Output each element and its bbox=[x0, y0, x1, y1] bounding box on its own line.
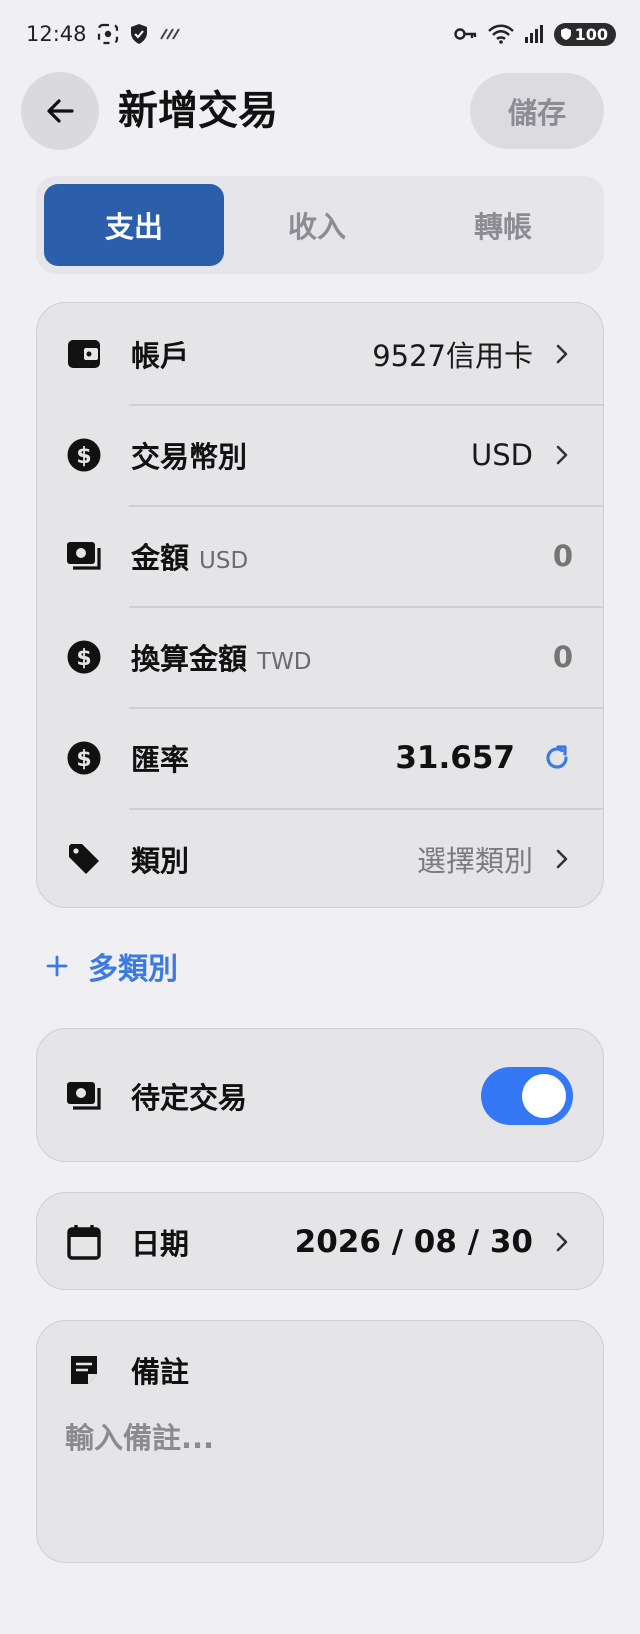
battery-indicator: 100 bbox=[553, 22, 616, 46]
save-button[interactable]: 儲存 bbox=[470, 73, 604, 149]
page-title: 新增交易 bbox=[118, 88, 278, 134]
pending-transaction-card: 待定交易 bbox=[36, 1028, 604, 1162]
currency-value: USD bbox=[471, 437, 533, 472]
account-label: 帳戶 bbox=[131, 338, 190, 373]
note-icon bbox=[65, 1351, 103, 1389]
date-card: 日期 2026 / 08 / 30 bbox=[36, 1192, 604, 1290]
svg-text:$: $ bbox=[76, 646, 91, 671]
date-value: 2026 / 08 / 30 bbox=[294, 1224, 533, 1260]
money-icon bbox=[65, 1077, 103, 1115]
shield-icon bbox=[129, 23, 149, 45]
converted-amount-label-text: 換算金額 bbox=[131, 641, 248, 676]
svg-text:$: $ bbox=[76, 444, 91, 469]
tab-expense[interactable]: 支出 bbox=[44, 184, 224, 266]
pending-transaction-row[interactable]: 待定交易 bbox=[37, 1029, 603, 1163]
pending-transaction-toggle[interactable] bbox=[481, 1067, 573, 1125]
converted-amount-input[interactable] bbox=[453, 639, 573, 674]
exchange-rate-label: 匯率 bbox=[131, 742, 190, 777]
date-label: 日期 bbox=[131, 1227, 190, 1261]
dollar-icon: $ bbox=[65, 638, 103, 676]
dollar-icon: $ bbox=[65, 436, 103, 474]
battery-level: 100 bbox=[574, 24, 608, 44]
signal-icon bbox=[524, 25, 544, 43]
converted-amount-label: 換算金額 TWD bbox=[131, 636, 312, 678]
amount-input[interactable] bbox=[453, 538, 573, 573]
note-label: 備註 bbox=[131, 1355, 190, 1389]
category-row[interactable]: 類別 選擇類別 bbox=[37, 808, 603, 909]
chevron-right-icon bbox=[555, 1231, 573, 1253]
date-row[interactable]: 日期 2026 / 08 / 30 bbox=[37, 1193, 603, 1291]
transaction-form-card: 帳戶 9527信用卡 $ 交易幣別 USD 金額 USD $ 換算金額 TWD $ … bbox=[36, 302, 604, 908]
amount-label-text: 金額 bbox=[131, 540, 190, 575]
status-time: 12:48 bbox=[26, 22, 87, 46]
note-input[interactable] bbox=[65, 1415, 575, 1517]
svg-text:$: $ bbox=[76, 747, 91, 772]
category-label: 類別 bbox=[131, 843, 190, 878]
battery-shield-icon bbox=[560, 28, 571, 40]
chevron-right-icon bbox=[555, 444, 573, 466]
amount-unit: USD bbox=[199, 547, 249, 574]
vpn-key-icon bbox=[453, 27, 478, 41]
toggle-knob bbox=[522, 1074, 566, 1118]
calendar-icon bbox=[65, 1223, 103, 1261]
multi-category-label: 多類別 bbox=[88, 952, 178, 987]
amount-label: 金額 USD bbox=[131, 535, 248, 577]
multi-category-button[interactable]: 多類別 bbox=[46, 940, 178, 992]
back-button[interactable] bbox=[21, 72, 99, 150]
amount-row[interactable]: 金額 USD bbox=[37, 505, 603, 606]
no-data-icon bbox=[159, 27, 181, 41]
currency-row[interactable]: $ 交易幣別 USD bbox=[37, 404, 603, 505]
converted-amount-row[interactable]: $ 換算金額 TWD bbox=[37, 606, 603, 707]
chevron-right-icon bbox=[555, 343, 573, 365]
note-header: 備註 bbox=[65, 1345, 575, 1395]
exchange-rate-row: $ 匯率 31.657 bbox=[37, 707, 603, 808]
refresh-icon[interactable] bbox=[543, 744, 573, 772]
money-icon bbox=[65, 537, 103, 575]
pending-transaction-label: 待定交易 bbox=[131, 1081, 248, 1115]
tab-income[interactable]: 收入 bbox=[224, 184, 410, 266]
tab-transfer[interactable]: 轉帳 bbox=[410, 184, 596, 266]
converted-amount-unit: TWD bbox=[257, 648, 312, 675]
tag-icon bbox=[65, 840, 103, 878]
account-row[interactable]: 帳戶 9527信用卡 bbox=[37, 303, 603, 404]
account-value: 9527信用卡 bbox=[372, 338, 533, 373]
wifi-icon bbox=[487, 24, 514, 44]
note-card: 備註 bbox=[36, 1320, 604, 1563]
arrow-back-icon bbox=[47, 99, 74, 123]
category-value: 選擇類別 bbox=[416, 843, 533, 878]
exchange-rate-value[interactable]: 31.657 bbox=[395, 740, 515, 776]
status-bar: 12:48 100 bbox=[0, 0, 640, 68]
wallet-icon bbox=[65, 335, 103, 373]
transaction-type-tabs: 支出 收入 轉帳 bbox=[36, 176, 604, 274]
plus-icon bbox=[46, 946, 68, 986]
screenshot-icon bbox=[97, 23, 119, 45]
chevron-right-icon bbox=[555, 848, 573, 870]
dollar-icon: $ bbox=[65, 739, 103, 777]
currency-label: 交易幣別 bbox=[131, 439, 248, 474]
